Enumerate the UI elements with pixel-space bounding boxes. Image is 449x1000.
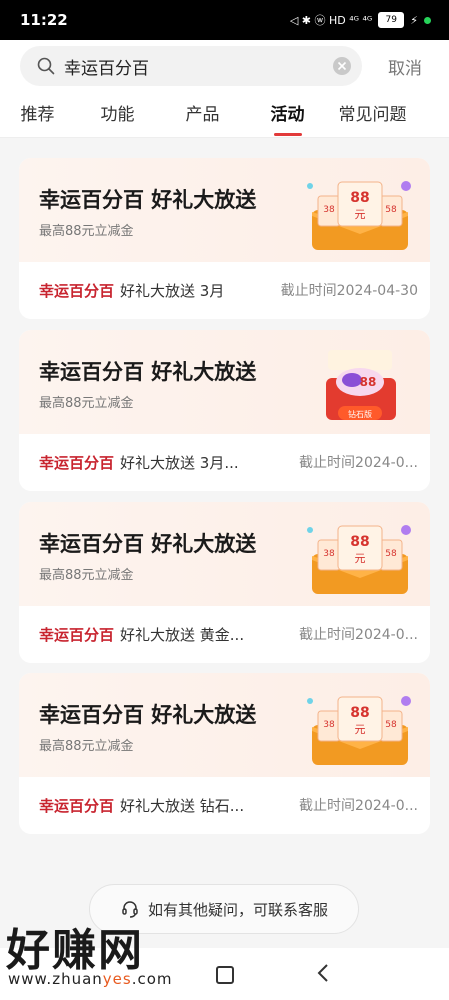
search-value[interactable]: 幸运百分百 xyxy=(64,54,332,79)
card-name: 好礼大放送 3月 xyxy=(120,281,225,300)
cancel-button[interactable]: 取消 xyxy=(388,54,422,79)
svg-text:38: 38 xyxy=(323,205,335,215)
card-footer: 幸运百分百 好礼大放送 3月... 截止时间2024-0... xyxy=(39,450,418,474)
activity-card[interactable]: 幸运百分百 好礼大放送 最高88元立减金 88 元 38 58 幸运百分百 好礼… xyxy=(19,673,430,834)
card-keyword: 幸运百分百 xyxy=(39,281,115,300)
card-title: 幸运百分百 好礼大放送 xyxy=(39,532,257,556)
svg-text:58: 58 xyxy=(385,720,397,730)
card-deadline: 截止时间2024-04-30 xyxy=(280,283,418,299)
card-deadline: 截止时间2024-0... xyxy=(299,798,418,814)
svg-text:元: 元 xyxy=(355,208,366,221)
card-keyword: 幸运百分百 xyxy=(39,453,115,472)
red-envelope-icon: 88 元 38 58 xyxy=(307,525,411,594)
card-title: 幸运百分百 好礼大放送 xyxy=(39,360,257,384)
card-keyword: 幸运百分百 xyxy=(39,796,115,815)
svg-text:38: 38 xyxy=(323,549,335,559)
watermark-logo: 好赚网 xyxy=(6,925,144,976)
status-icons: ◁ ✱ ⓦ HD ⁴ᴳ ⁴ᴳ 79 ⚡ xyxy=(290,12,431,28)
card-title: 幸运百分百 好礼大放送 xyxy=(39,703,257,727)
svg-text:元: 元 xyxy=(355,723,366,736)
card-name: 好礼大放送 黄金... xyxy=(120,625,245,644)
privacy-dot-icon xyxy=(424,16,431,24)
card-keyword: 幸运百分百 xyxy=(39,625,115,644)
svg-text:88: 88 xyxy=(350,190,369,206)
card-title: 幸运百分百 好礼大放送 xyxy=(39,188,257,212)
signal-icons: ◁ ✱ ⓦ HD ⁴ᴳ ⁴ᴳ xyxy=(289,14,373,27)
activity-card[interactable]: 幸运百分百 好礼大放送 最高88元立减金 88 钻石版 幸运百分百 好礼大放送 … xyxy=(19,330,430,491)
watermark-url: www.zhuanyes.com xyxy=(8,970,173,988)
card-deadline: 截止时间2024-0... xyxy=(299,627,418,643)
battery-icon: 79 xyxy=(378,12,405,28)
svg-text:58: 58 xyxy=(385,549,397,559)
card-footer: 幸运百分百 好礼大放送 3月 截止时间2024-04-30 xyxy=(39,278,418,302)
back-button-icon[interactable] xyxy=(315,962,331,984)
svg-text:88: 88 xyxy=(360,375,377,389)
tab-features[interactable]: 功能 xyxy=(75,98,160,138)
red-envelope-icon: 88 元 38 58 xyxy=(307,181,411,250)
tab-activities[interactable]: 活动 xyxy=(245,98,330,138)
activity-card[interactable]: 幸运百分百 好礼大放送 最高88元立减金 88 元 38 58 幸运百分百 好礼… xyxy=(19,158,430,319)
svg-text:58: 58 xyxy=(385,205,397,215)
tab-products[interactable]: 产品 xyxy=(160,98,245,138)
card-subtitle: 最高88元立减金 xyxy=(39,396,134,411)
svg-text:88: 88 xyxy=(350,705,369,721)
tab-bar: 推荐 功能 产品 活动 常见问题 xyxy=(0,98,449,138)
status-time: 11:22 xyxy=(20,11,68,29)
top-bar: 幸运百分百 取消 推荐 功能 产品 活动 常见问题 xyxy=(0,40,449,138)
charging-icon: ⚡ xyxy=(410,13,418,27)
home-button-icon[interactable] xyxy=(216,966,234,984)
card-footer: 幸运百分百 好礼大放送 钻石... 截止时间2024-0... xyxy=(39,793,418,817)
card-footer: 幸运百分百 好礼大放送 黄金... 截止时间2024-0... xyxy=(39,622,418,646)
tab-recommend[interactable]: 推荐 xyxy=(0,98,75,138)
red-envelope-icon: 88 元 38 58 xyxy=(307,696,411,765)
clear-icon[interactable] xyxy=(332,56,352,76)
tab-faq[interactable]: 常见问题 xyxy=(330,98,415,138)
search-icon xyxy=(37,57,55,75)
card-subtitle: 最高88元立减金 xyxy=(39,224,134,239)
svg-text:元: 元 xyxy=(355,552,366,565)
status-bar: 11:22 ◁ ✱ ⓦ HD ⁴ᴳ ⁴ᴳ 79 ⚡ xyxy=(0,0,449,40)
search-input[interactable]: 幸运百分百 xyxy=(20,46,362,86)
card-name: 好礼大放送 3月... xyxy=(120,453,239,472)
activity-card[interactable]: 幸运百分百 好礼大放送 最高88元立减金 88 元 38 58 幸运百分百 好礼… xyxy=(19,502,430,663)
svg-text:38: 38 xyxy=(323,720,335,730)
card-name: 好礼大放送 钻石... xyxy=(120,796,245,815)
svg-text:88: 88 xyxy=(350,534,369,550)
red-envelope-icon: 88 钻石版 xyxy=(326,350,396,420)
site-watermark: 好赚网 www.zhuanyes.com xyxy=(6,914,191,996)
card-subtitle: 最高88元立减金 xyxy=(39,568,134,583)
card-subtitle: 最高88元立减金 xyxy=(39,739,134,754)
card-deadline: 截止时间2024-0... xyxy=(299,455,418,471)
svg-text:钻石版: 钻石版 xyxy=(348,409,372,419)
